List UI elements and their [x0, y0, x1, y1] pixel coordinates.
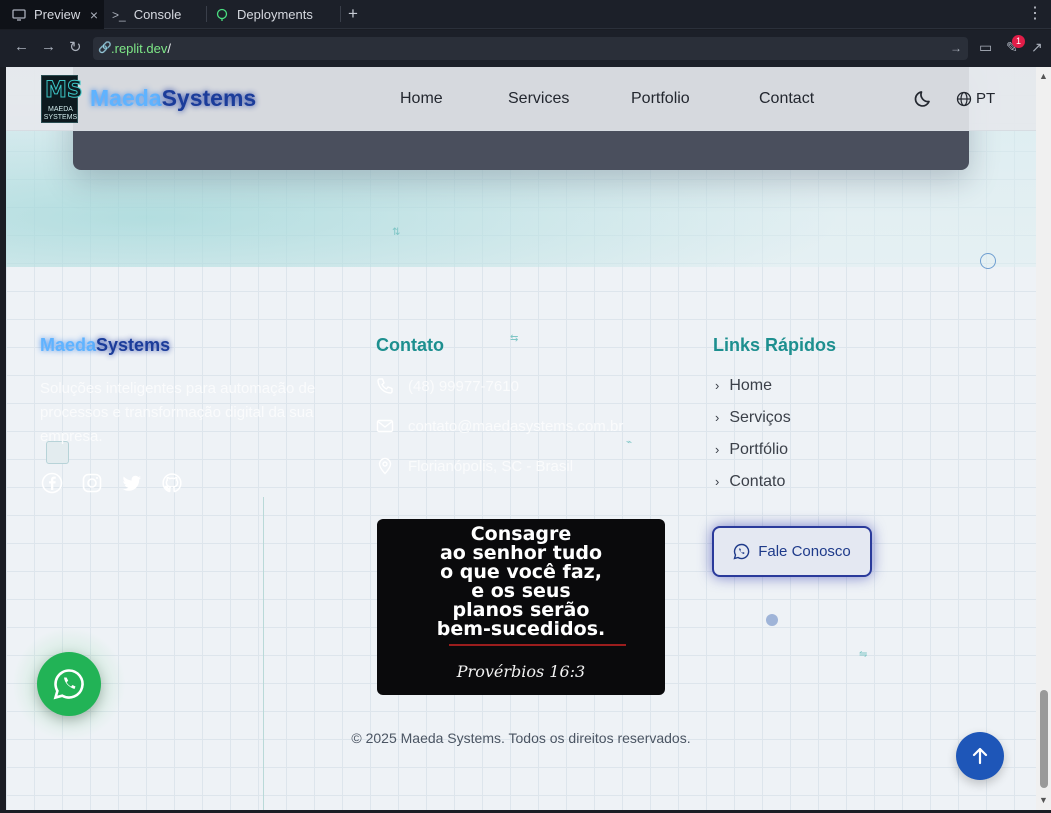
moon-icon[interactable]	[914, 89, 934, 109]
whatsapp-float-button[interactable]	[37, 652, 101, 716]
verse-text: Consagre ao senhor tudo o que você faz, …	[377, 525, 665, 639]
quick-link-home[interactable]: › Home	[715, 377, 772, 395]
chevron-right-icon: ›	[715, 442, 720, 457]
tab-label: Deployments	[237, 7, 313, 22]
arrow-up-icon	[972, 747, 988, 765]
tab-label: Preview	[34, 7, 81, 22]
terminal-icon: >_	[112, 7, 126, 22]
copyright: © 2025 Maeda Systems. Todos os direitos …	[351, 730, 691, 746]
footer-brand-a: Maeda	[40, 335, 97, 355]
decor-circle	[980, 253, 996, 269]
quick-link-contact[interactable]: › Contato	[715, 473, 785, 491]
device-icon[interactable]: ▭	[979, 39, 992, 56]
tab-separator	[206, 6, 207, 22]
scrollbar[interactable]: ▲ ▼	[1036, 67, 1051, 810]
phone-icon	[377, 378, 393, 394]
chevron-right-icon: ›	[715, 378, 720, 393]
url-host: .replit.dev	[111, 41, 168, 56]
map-pin-icon	[378, 457, 392, 475]
globe-icon	[956, 91, 972, 106]
link-icon: 🔗	[98, 42, 112, 54]
logo-sub1: MAEDA	[48, 106, 73, 113]
verse-underline	[449, 644, 626, 646]
email-text: contato@maedasystems.com.br	[408, 417, 624, 435]
more-options-icon[interactable]: ⋮	[1027, 3, 1043, 23]
site-navbar: MS MAEDA SYSTEMS MaedaSystems Home Servi…	[6, 67, 1036, 131]
verse-reference: Provérbios 16:3	[456, 662, 586, 681]
twitter-icon[interactable]	[121, 472, 143, 494]
decor-line	[263, 497, 264, 810]
tab-console[interactable]: >_ Console	[112, 0, 202, 29]
scroll-up-icon[interactable]: ▲	[1039, 71, 1048, 81]
footer-brand-b: Systems	[96, 335, 171, 355]
contact-email[interactable]: contato@maedasystems.com.br	[376, 417, 623, 435]
decor-dot	[766, 614, 778, 626]
quick-link-label: Contato	[729, 473, 786, 490]
page-viewport: ⇅ ⇆ ⌁ ⇋ MS MAEDA SYSTEMS MaedaSystems Ho…	[6, 67, 1036, 810]
quick-link-label: Serviços	[729, 409, 791, 426]
open-arrow-icon[interactable]: →	[950, 37, 962, 60]
mail-icon	[376, 419, 394, 433]
tab-preview[interactable]: Preview ×	[0, 0, 104, 29]
external-link-icon[interactable]: ↗	[1031, 39, 1043, 56]
tab-deployments[interactable]: Deployments	[215, 0, 335, 29]
forward-icon[interactable]: →	[41, 38, 56, 55]
decor-shape: ⇅	[392, 227, 401, 238]
quick-links-title: Links Rápidos	[713, 335, 837, 355]
contact-title: Contato	[376, 335, 444, 355]
nav-home[interactable]: Home	[400, 90, 443, 108]
brand-name[interactable]: MaedaSystems	[90, 85, 256, 112]
whatsapp-icon	[53, 669, 84, 700]
deployments-icon	[216, 8, 228, 21]
contact-location: Florianópolis, SC - Brasil	[376, 457, 573, 475]
decor-shape: ⇋	[859, 649, 868, 660]
notification-badge: 1	[1012, 35, 1025, 48]
nav-services[interactable]: Services	[508, 90, 569, 108]
quick-link-portfolio[interactable]: › Portfólio	[715, 441, 788, 459]
contact-us-label: Fale Conosco	[758, 543, 851, 560]
tab-separator	[340, 6, 341, 22]
whatsapp-icon	[733, 543, 750, 560]
footer-description: Soluções inteligentes para automação de …	[40, 380, 316, 445]
verse-line: bem-sucedidos.	[436, 618, 606, 640]
brand-part-b: Systems	[161, 85, 257, 111]
language-label: PT	[976, 90, 996, 107]
monitor-icon	[12, 8, 26, 21]
new-tab-icon[interactable]: +	[348, 4, 358, 24]
brand-part-a: Maeda	[90, 85, 162, 111]
location-text: Florianópolis, SC - Brasil	[408, 457, 574, 475]
quick-link-services[interactable]: › Serviços	[715, 409, 791, 427]
scroll-down-icon[interactable]: ▼	[1039, 795, 1048, 805]
nav-portfolio[interactable]: Portfolio	[631, 90, 690, 108]
decor-shape: ⌁	[626, 437, 633, 448]
facebook-icon[interactable]	[41, 472, 63, 494]
logo-letters: MS	[45, 78, 84, 104]
decor-shape: ⇆	[510, 333, 519, 344]
scroll-to-top-button[interactable]	[956, 732, 1004, 780]
contact-phone[interactable]: (48) 99977-7610	[376, 377, 519, 395]
chevron-right-icon: ›	[715, 410, 720, 425]
language-toggle[interactable]: PT	[956, 90, 995, 107]
reload-icon[interactable]: ↻	[69, 38, 82, 56]
logo-sub2: SYSTEMS	[43, 114, 78, 121]
back-icon[interactable]: ←	[14, 38, 29, 55]
instagram-icon[interactable]	[81, 472, 103, 494]
nav-contact[interactable]: Contact	[759, 90, 814, 108]
quick-link-label: Home	[729, 377, 773, 394]
phone-text: (48) 99977-7610	[408, 377, 519, 395]
address-bar: ← → ↻ 🔗 .replit.dev/ → ▭ ✎ ↗	[0, 30, 1051, 67]
footer-brand: MaedaSystems	[40, 335, 170, 356]
chevron-right-icon: ›	[715, 474, 720, 489]
github-icon[interactable]	[161, 472, 183, 494]
logo[interactable]: MS MAEDA SYSTEMS	[41, 75, 83, 123]
browser-tab-bar: Preview × >_ Console Deployments + ⋮	[0, 0, 1051, 29]
close-icon[interactable]: ×	[90, 7, 98, 23]
verse-image: Consagre ao senhor tudo o que você faz, …	[377, 519, 665, 695]
scrollbar-thumb[interactable]	[1040, 690, 1048, 788]
quick-link-label: Portfólio	[729, 441, 789, 458]
url-field[interactable]: 🔗 .replit.dev/ →	[93, 37, 968, 60]
contact-us-button[interactable]: Fale Conosco	[712, 526, 872, 577]
url-path: /	[167, 41, 171, 56]
tab-label: Console	[133, 7, 182, 22]
